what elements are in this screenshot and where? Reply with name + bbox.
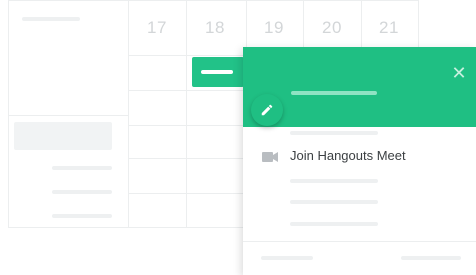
day-number-19[interactable]: 19	[246, 18, 302, 38]
day-number-18[interactable]: 18	[187, 18, 243, 38]
detail-placeholder-3	[290, 200, 378, 204]
footer-placeholder-1	[261, 256, 313, 260]
day-number-20[interactable]: 20	[304, 18, 360, 38]
detail-placeholder-1	[290, 131, 378, 135]
detail-placeholder-4	[290, 222, 378, 226]
left-placeholder-1	[52, 166, 112, 170]
left-header-placeholder	[22, 17, 80, 21]
left-placeholder-3	[52, 214, 112, 218]
footer-placeholder-2	[401, 256, 461, 260]
left-time-block	[14, 122, 112, 150]
day-number-17[interactable]: 17	[129, 18, 185, 38]
close-icon[interactable]: ✕	[447, 61, 471, 85]
card-footer-divider	[243, 241, 476, 242]
event-detail-card: ✕ Join Hangouts Meet	[243, 47, 476, 275]
pencil-icon	[261, 104, 273, 116]
edit-button[interactable]	[251, 94, 283, 126]
event-title-placeholder	[291, 91, 377, 95]
video-camera-icon	[262, 152, 278, 162]
event-chip[interactable]	[192, 57, 244, 87]
event-chip-title-placeholder	[201, 70, 233, 74]
detail-placeholder-2	[290, 179, 378, 183]
day-number-21[interactable]: 21	[361, 18, 417, 38]
left-placeholder-2	[52, 190, 112, 194]
join-hangouts-meet-link[interactable]: Join Hangouts Meet	[290, 148, 406, 163]
